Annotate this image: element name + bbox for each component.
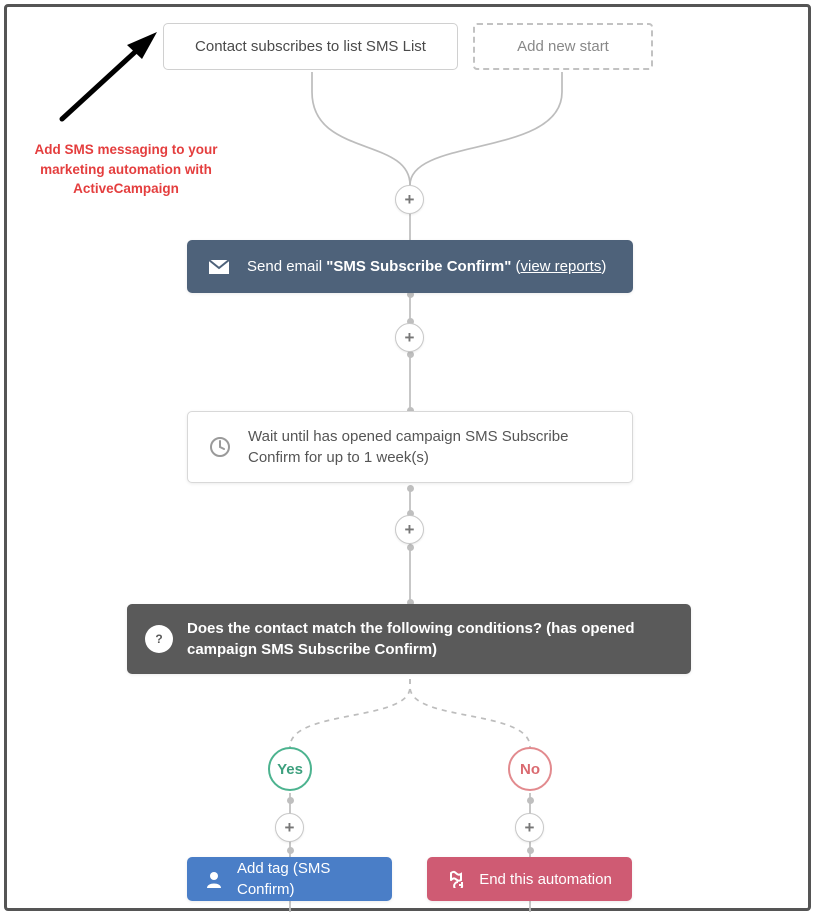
trigger-node[interactable]: Contact subscribes to list SMS List	[163, 23, 458, 70]
end-automation-text: End this automation	[479, 869, 612, 890]
email-step-text: Send email "SMS Subscribe Confirm" (view…	[247, 256, 606, 277]
add-step-button[interactable]: +	[395, 185, 424, 214]
add-new-start-button[interactable]: Add new start	[473, 23, 653, 70]
branch-no-badge: No	[508, 747, 552, 791]
condition-step[interactable]: ? Does the contact match the following c…	[127, 604, 691, 674]
branch-yes-badge: Yes	[268, 747, 312, 791]
connector-dot	[287, 847, 294, 854]
send-email-step[interactable]: Send email "SMS Subscribe Confirm" (view…	[187, 240, 633, 293]
person-icon	[205, 870, 223, 888]
add-step-button[interactable]: +	[395, 323, 424, 352]
plus-icon: +	[525, 818, 535, 838]
connector-dot	[287, 797, 294, 804]
clock-icon	[206, 433, 234, 461]
view-reports-link[interactable]: view reports	[520, 258, 601, 275]
trigger-label: Contact subscribes to list SMS List	[195, 38, 426, 55]
end-automation-step[interactable]: End this automation	[427, 857, 632, 901]
add-step-button-yes[interactable]: +	[275, 813, 304, 842]
add-step-button-no[interactable]: +	[515, 813, 544, 842]
plus-icon: +	[405, 328, 415, 348]
connector-dot	[407, 485, 414, 492]
condition-step-text: Does the contact match the following con…	[187, 618, 673, 660]
plus-icon: +	[405, 190, 415, 210]
svg-text:?: ?	[155, 632, 162, 646]
add-tag-step[interactable]: Add tag (SMS Confirm)	[187, 857, 392, 901]
add-new-start-label: Add new start	[517, 38, 609, 55]
question-icon: ?	[145, 625, 173, 653]
connector-dot	[407, 544, 414, 551]
email-icon	[205, 253, 233, 281]
annotation-caption: Add SMS messaging to your marketing auto…	[11, 140, 241, 199]
add-tag-text: Add tag (SMS Confirm)	[237, 858, 374, 900]
plus-icon: +	[285, 818, 295, 838]
wait-step[interactable]: Wait until has opened campaign SMS Subsc…	[187, 411, 633, 483]
connector-dot	[527, 847, 534, 854]
annotation-arrow	[62, 32, 157, 119]
connector-dot	[527, 797, 534, 804]
add-step-button[interactable]: +	[395, 515, 424, 544]
plus-icon: +	[405, 520, 415, 540]
connector-dot	[407, 351, 414, 358]
wait-step-text: Wait until has opened campaign SMS Subsc…	[248, 426, 614, 468]
end-icon	[447, 870, 465, 888]
